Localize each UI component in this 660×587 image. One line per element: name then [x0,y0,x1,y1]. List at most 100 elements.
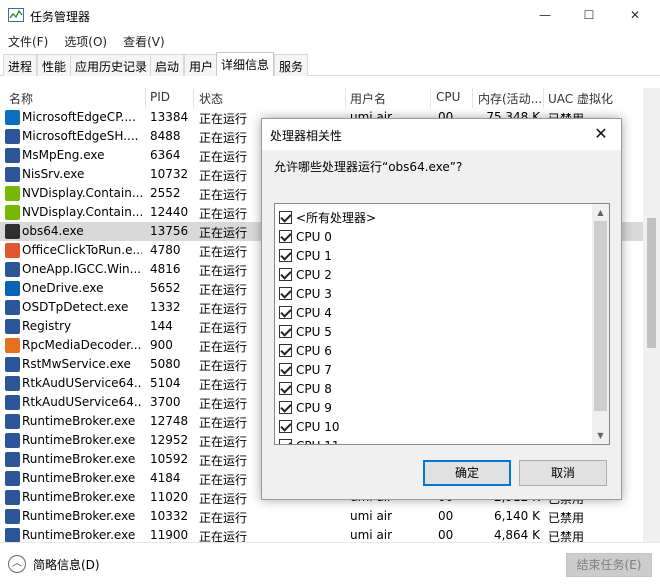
checkbox-checked-icon[interactable] [279,325,292,338]
checkbox-checked-icon[interactable] [279,382,292,395]
checkbox-checked-icon[interactable] [279,420,292,433]
cancel-button[interactable]: 取消 [519,460,607,486]
dialog-title: 处理器相关性 [270,129,343,143]
processor-label: CPU 7 [296,362,332,377]
column-divider[interactable] [345,88,346,108]
dialog-question: 允许哪些处理器运行“obs64.exe”? [274,160,463,174]
column-pid[interactable]: PID [150,90,170,104]
table-scrollbar-thumb[interactable] [647,218,656,348]
processor-label: CPU 0 [296,229,332,244]
column-divider[interactable] [145,88,146,108]
process-status: 正在运行 [199,492,248,506]
processor-checkbox-item[interactable]: CPU 8 [279,379,332,398]
column-divider[interactable] [543,88,544,108]
process-status: 正在运行 [199,150,248,164]
checkbox-checked-icon[interactable] [279,363,292,376]
scroll-down-arrow-icon[interactable]: ▼ [592,427,609,444]
processor-checkbox-item[interactable]: CPU 10 [279,417,339,436]
checkbox-checked-icon[interactable] [279,306,292,319]
window-icon [5,148,20,163]
processor-checkbox-item[interactable]: CPU 4 [279,303,332,322]
column-uac[interactable]: UAC 虚拟化 [548,90,613,107]
column-divider[interactable] [472,88,473,108]
checkbox-checked-icon[interactable] [279,249,292,262]
process-name: RtkAudUService64.... [22,376,142,390]
process-uac: 已禁用 [548,511,585,525]
process-user: umi air [350,528,393,542]
window-icon [5,490,20,505]
processor-checkbox-item[interactable]: CPU 5 [279,322,332,341]
column-name[interactable]: 名称 [9,90,33,107]
menu-view[interactable]: 查看(V) [121,33,167,50]
column-username[interactable]: 用户名 [350,90,386,107]
chevron-up-icon[interactable]: ︿ [8,555,26,573]
processor-list-scroll-thumb[interactable] [594,221,607,411]
process-name: RstMwService.exe [22,357,131,371]
process-status: 正在运行 [199,397,248,411]
table-row[interactable]: RuntimeBroker.exe 10332 正在运行 umi air 00 6,140… [0,507,660,526]
process-pid: 13756 [150,224,189,238]
process-name: OneApp.IGCC.Win... [22,262,142,276]
window-icon [5,167,20,182]
process-cpu: 00 [438,528,454,542]
processor-label: CPU 8 [296,381,332,396]
tab-services[interactable]: 服务 [274,54,309,76]
processor-checkbox-item[interactable]: CPU 9 [279,398,332,417]
ok-button[interactable]: 确定 [423,460,511,486]
process-status: 正在运行 [199,131,248,145]
processor-label: CPU 10 [296,419,340,434]
minimize-button[interactable]: — [522,0,568,30]
end-task-button[interactable]: 结束任务(E) [566,553,652,577]
processor-checkbox-item[interactable]: CPU 1 [279,246,332,265]
checkbox-checked-icon[interactable] [279,344,292,357]
processor-checkbox-item[interactable]: CPU 7 [279,360,332,379]
checkbox-checked-icon[interactable] [279,439,292,444]
table-scrollbar[interactable] [643,88,660,543]
process-name: NVDisplay.Contain.... [22,205,142,219]
window-icon [5,357,20,372]
column-cpu[interactable]: CPU [436,90,460,104]
column-status[interactable]: 状态 [199,90,223,107]
process-pid: 5652 [150,281,181,295]
scroll-up-arrow-icon[interactable]: ▲ [592,204,609,221]
column-memory[interactable]: 内存(活动... [478,90,542,107]
close-window-button[interactable]: ✕ [612,0,658,30]
processor-list-scrollbar[interactable]: ▲ ▼ [592,204,609,444]
checkbox-checked-icon[interactable] [279,287,292,300]
processor-checkbox-item[interactable]: <所有处理器> [279,208,376,227]
table-row[interactable]: RuntimeBroker.exe 11900 正在运行 umi air 00 4,864… [0,526,660,542]
checkbox-checked-icon[interactable] [279,401,292,414]
maximize-button[interactable]: ☐ [566,0,612,30]
dialog-title-bar: 处理器相关性 ✕ [262,119,621,150]
tab-app-history[interactable]: 应用历史记录 [70,54,153,76]
window-icon [5,300,20,315]
dialog-close-button[interactable]: ✕ [591,124,611,143]
processor-checkbox-item[interactable]: CPU 3 [279,284,332,303]
footer-bar: ︿ 简略信息(D) 结束任务(E) [0,542,660,587]
process-name: MicrosoftEdgeSH.... [22,129,139,143]
process-name: OfficeClickToRun.e... [22,243,142,257]
processor-checkbox-item[interactable]: CPU 6 [279,341,332,360]
process-pid: 8488 [150,129,181,143]
process-status: 正在运行 [199,511,248,525]
process-status: 正在运行 [199,435,248,449]
processor-checkbox-item[interactable]: CPU 0 [279,227,332,246]
tab-startup[interactable]: 启动 [150,54,185,76]
tab-users[interactable]: 用户 [184,54,219,76]
window-icon [5,471,20,486]
menu-file[interactable]: 文件(F) [6,33,50,50]
tab-details[interactable]: 详细信息 [216,52,275,76]
processor-checkbox-item[interactable]: CPU 11 [279,436,339,444]
column-divider[interactable] [193,88,194,108]
checkbox-checked-icon[interactable] [279,268,292,281]
tab-performance[interactable]: 性能 [37,54,72,76]
process-pid: 12952 [150,433,189,447]
menu-options[interactable]: 选项(O) [62,33,109,50]
column-divider[interactable] [430,88,431,108]
checkbox-checked-icon[interactable] [279,211,292,224]
tab-processes[interactable]: 进程 [3,54,38,76]
fewer-details-link[interactable]: 简略信息(D) [33,556,100,573]
process-name: RuntimeBroker.exe [22,528,136,542]
processor-checkbox-item[interactable]: CPU 2 [279,265,332,284]
checkbox-checked-icon[interactable] [279,230,292,243]
